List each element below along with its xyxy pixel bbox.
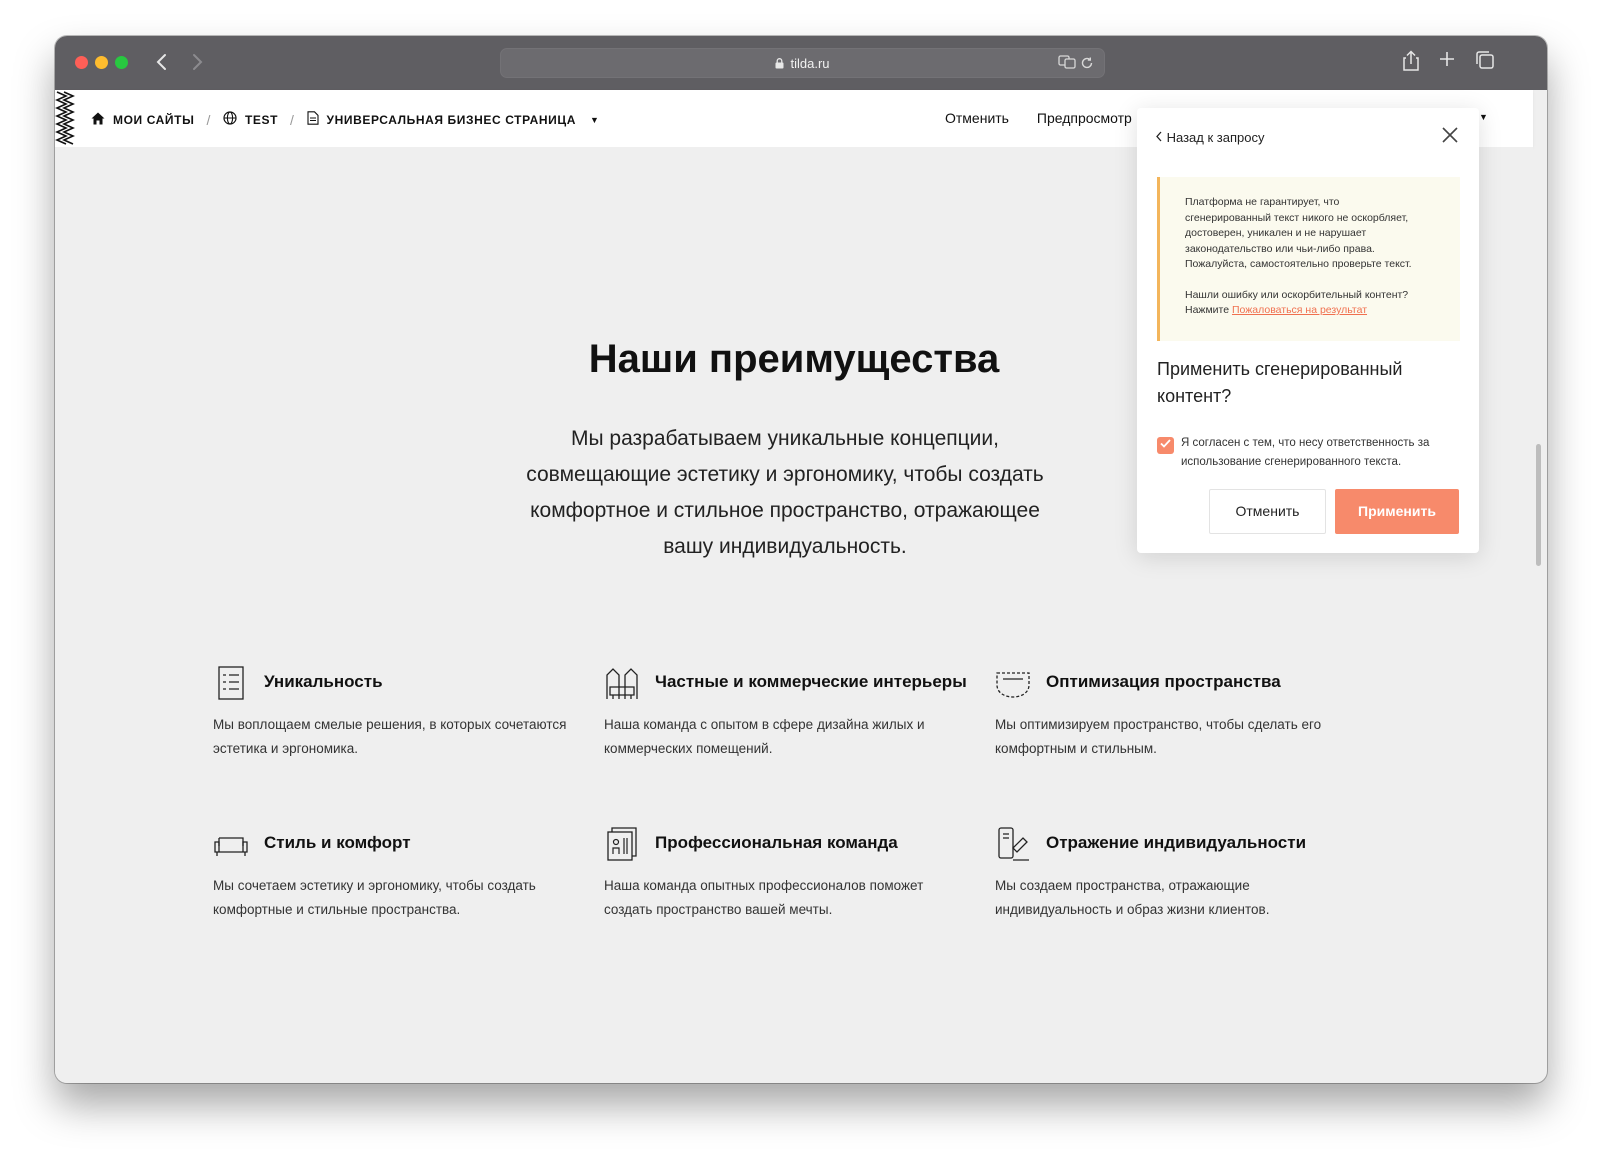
notice-line: законодательство или чьи-либо права.	[1185, 242, 1375, 255]
notice-line: сгенерированный текст никого не оскорбля…	[1185, 211, 1409, 224]
preview-button[interactable]: Предпросмотр	[1037, 110, 1132, 126]
reload-icon[interactable]	[1080, 57, 1094, 73]
tab-overview-icon[interactable]	[1475, 50, 1495, 76]
share-icon[interactable]	[1402, 50, 1420, 78]
new-tab-icon[interactable]	[1438, 50, 1456, 74]
minimize-window-button[interactable]	[95, 56, 108, 69]
apply-question: Применить сгенерированный контент?	[1157, 359, 1403, 406]
breadcrumb: МОИ САЙТЫ / TEST / УНИВЕРСАЛЬНАЯ БИЗНЕС …	[91, 111, 600, 128]
lock-icon	[775, 57, 784, 72]
apply-button[interactable]: Применить	[1335, 489, 1459, 534]
feature-description: Наша команда опытных профессионалов помо…	[604, 878, 924, 917]
header-cancel-button[interactable]: Отменить	[945, 110, 1009, 126]
notice-press: Нажмите	[1185, 304, 1230, 316]
feature-title: Отражение индивидуальности	[1046, 833, 1307, 852]
checkmark-icon	[1160, 439, 1171, 448]
team-icon	[607, 827, 637, 861]
feature-description: Мы оптимизируем пространство, чтобы сдел…	[995, 717, 1322, 756]
page-icon	[306, 111, 319, 128]
globe-icon	[223, 111, 237, 128]
close-window-button[interactable]	[75, 56, 88, 69]
breadcrumb-project[interactable]: TEST	[245, 113, 278, 127]
notice-line: достоверен, уникален и не нарушает	[1185, 227, 1367, 239]
breadcrumb-my-sites[interactable]: МОИ САЙТЫ	[113, 113, 194, 127]
feature-title: Уникальность	[264, 672, 383, 691]
breadcrumb-separator: /	[206, 111, 211, 128]
back-arrow-icon[interactable]	[148, 48, 176, 76]
home-icon	[91, 112, 105, 128]
feature-title: Профессиональная команда	[655, 833, 898, 852]
chevron-down-icon[interactable]: ▼	[590, 115, 600, 125]
tilda-zigzag-logo	[55, 91, 75, 145]
url-text: tilda.ru	[790, 56, 830, 71]
feature-title: Частные и коммерческие интерьеры	[655, 672, 967, 691]
sofa-icon	[214, 837, 248, 856]
browser-window: tilda.ru МОИ САЙТЫ / TEST / УНИВЕРСАЛЬНА…	[55, 36, 1547, 1083]
mirror-icon	[998, 827, 1029, 861]
chevron-down-icon[interactable]: ▼	[1479, 112, 1488, 122]
browser-toolbar: tilda.ru	[55, 36, 1547, 90]
agreement-checkbox[interactable]	[1157, 437, 1174, 454]
feature-title: Стиль и комфорт	[264, 833, 411, 852]
report-result-link[interactable]: Пожаловаться на результат	[1232, 304, 1367, 316]
page-scrollbar[interactable]	[1536, 444, 1541, 566]
section-lead: Мы разрабатываем уникальные концепции, с…	[526, 427, 1044, 558]
notice-line: Платформа не гарантирует, что	[1185, 196, 1340, 208]
space-icon	[996, 672, 1030, 698]
feature-title: Оптимизация пространства	[1046, 672, 1281, 691]
ai-apply-panel: Назад к запросу Платформа не гарантирует…	[1137, 108, 1479, 553]
breadcrumb-separator: /	[290, 111, 295, 128]
back-to-request-link[interactable]: Назад к запросу	[1155, 130, 1264, 145]
checklist-icon	[218, 666, 244, 700]
feature-description: Наша команда с опытом в сфере дизайна жи…	[604, 717, 925, 756]
disclaimer-notice: Платформа не гарантирует, что сгенериров…	[1157, 177, 1460, 341]
feature-description: Мы воплощаем смелые решения, в которых с…	[213, 717, 567, 756]
address-bar[interactable]: tilda.ru	[500, 48, 1105, 78]
translate-icon[interactable]	[1058, 55, 1080, 73]
breadcrumb-page[interactable]: УНИВЕРСАЛЬНАЯ БИЗНЕС СТРАНИЦА	[327, 113, 577, 127]
panel-cancel-button[interactable]: Отменить	[1209, 489, 1326, 534]
forward-arrow-icon[interactable]	[183, 48, 211, 76]
notice-line: Пожалуйста, самостоятельно проверьте тек…	[1185, 258, 1412, 270]
back-link-label: Назад к запросу	[1166, 130, 1265, 145]
notice-question: Нашли ошибку или оскорбительный контент?	[1185, 288, 1409, 301]
feature-description: Мы создаем пространства, отражающие инди…	[995, 878, 1270, 917]
interior-icon	[606, 668, 638, 699]
feature-description: Мы сочетаем эстетику и эргономику, чтобы…	[213, 878, 536, 917]
chevron-left-icon	[1155, 130, 1163, 145]
agreement-label[interactable]: Я согласен с тем, что несу ответственнос…	[1181, 434, 1461, 472]
close-icon[interactable]	[1441, 126, 1459, 147]
zoom-window-button[interactable]	[115, 56, 128, 69]
